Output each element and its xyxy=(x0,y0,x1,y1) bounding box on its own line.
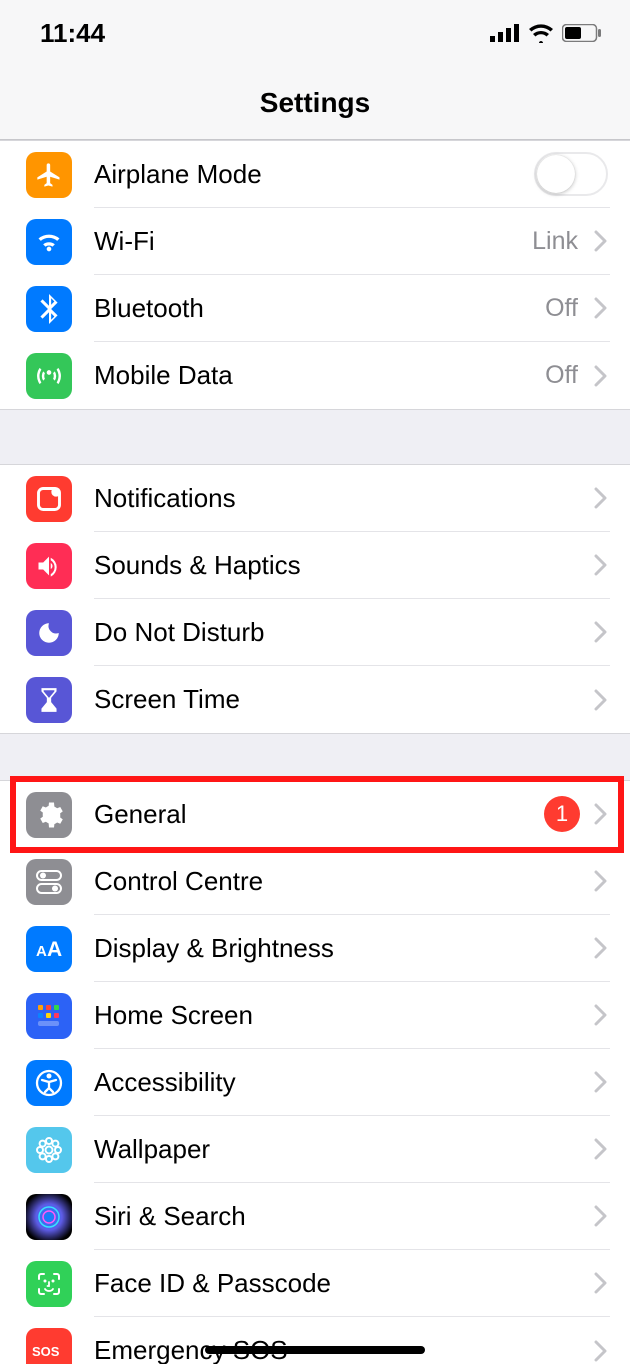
chevron-right-icon xyxy=(594,1004,608,1026)
chevron-right-icon xyxy=(594,689,608,711)
text-size-icon: AA xyxy=(26,926,72,972)
switches-icon xyxy=(26,859,72,905)
face-id-icon xyxy=(26,1261,72,1307)
gear-icon xyxy=(26,792,72,838)
airplane-toggle[interactable] xyxy=(534,152,608,196)
settings-group-system: General 1 Control Centre AA Display & Br… xyxy=(0,780,630,1364)
row-airplane-mode[interactable]: Airplane Mode xyxy=(0,141,630,208)
chevron-right-icon xyxy=(594,230,608,252)
settings-group-alerts: Notifications Sounds & Haptics Do Not Di… xyxy=(0,464,630,734)
row-label: General xyxy=(94,799,544,830)
svg-text:SOS: SOS xyxy=(32,1344,60,1359)
speaker-icon xyxy=(26,543,72,589)
chevron-right-icon xyxy=(594,1340,608,1362)
row-label: Airplane Mode xyxy=(94,159,534,190)
chevron-right-icon xyxy=(594,1272,608,1294)
row-siri-search[interactable]: Siri & Search xyxy=(0,1183,630,1250)
hourglass-icon xyxy=(26,677,72,723)
row-label: Wallpaper xyxy=(94,1134,588,1165)
row-wifi[interactable]: Wi-Fi Link xyxy=(0,208,630,275)
row-label: Mobile Data xyxy=(94,360,545,391)
row-label: Wi-Fi xyxy=(94,226,532,257)
row-bluetooth[interactable]: Bluetooth Off xyxy=(0,275,630,342)
row-label: Sounds & Haptics xyxy=(94,550,588,581)
airplane-icon xyxy=(26,152,72,198)
row-label: Accessibility xyxy=(94,1067,588,1098)
bluetooth-icon xyxy=(26,286,72,332)
row-emergency-sos[interactable]: SOS Emergency SOS xyxy=(0,1317,630,1364)
settings-group-connectivity: Airplane Mode Wi-Fi Link Bluetooth Off M… xyxy=(0,140,630,410)
svg-text:A: A xyxy=(36,943,47,960)
notification-badge: 1 xyxy=(544,796,580,832)
row-label: Screen Time xyxy=(94,684,588,715)
chevron-right-icon xyxy=(594,870,608,892)
siri-icon xyxy=(26,1194,72,1240)
row-label: Face ID & Passcode xyxy=(94,1268,588,1299)
cellular-signal-icon xyxy=(490,24,520,42)
chevron-right-icon xyxy=(594,297,608,319)
chevron-right-icon xyxy=(594,365,608,387)
row-control-centre[interactable]: Control Centre xyxy=(0,848,630,915)
status-time: 11:44 xyxy=(40,18,105,49)
row-wallpaper[interactable]: Wallpaper xyxy=(0,1116,630,1183)
wifi-icon xyxy=(528,23,554,43)
home-indicator[interactable] xyxy=(205,1346,425,1354)
row-sounds-haptics[interactable]: Sounds & Haptics xyxy=(0,532,630,599)
flower-icon xyxy=(26,1127,72,1173)
page-title: Settings xyxy=(0,66,630,140)
row-label: Bluetooth xyxy=(94,293,545,324)
row-value: Link xyxy=(532,227,578,256)
sos-icon: SOS xyxy=(26,1328,72,1364)
notifications-icon xyxy=(26,476,72,522)
row-do-not-disturb[interactable]: Do Not Disturb xyxy=(0,599,630,666)
status-bar: 11:44 xyxy=(0,0,630,66)
row-accessibility[interactable]: Accessibility xyxy=(0,1049,630,1116)
row-value: Off xyxy=(545,294,578,323)
chevron-right-icon xyxy=(594,1205,608,1227)
chevron-right-icon xyxy=(594,1138,608,1160)
chevron-right-icon xyxy=(594,1071,608,1093)
wifi-settings-icon xyxy=(26,219,72,265)
row-display-brightness[interactable]: AA Display & Brightness xyxy=(0,915,630,982)
chevron-right-icon xyxy=(594,937,608,959)
app-grid-icon xyxy=(26,993,72,1039)
status-indicators xyxy=(490,23,602,43)
row-notifications[interactable]: Notifications xyxy=(0,465,630,532)
row-label: Control Centre xyxy=(94,866,588,897)
row-label: Do Not Disturb xyxy=(94,617,588,648)
chevron-right-icon xyxy=(594,487,608,509)
chevron-right-icon xyxy=(594,803,608,825)
row-screen-time[interactable]: Screen Time xyxy=(0,666,630,733)
chevron-right-icon xyxy=(594,621,608,643)
row-mobile-data[interactable]: Mobile Data Off xyxy=(0,342,630,409)
group-spacer xyxy=(0,410,630,464)
accessibility-icon xyxy=(26,1060,72,1106)
row-general[interactable]: General 1 xyxy=(0,781,630,848)
row-label: Home Screen xyxy=(94,1000,588,1031)
row-face-id[interactable]: Face ID & Passcode xyxy=(0,1250,630,1317)
row-label: Siri & Search xyxy=(94,1201,588,1232)
group-spacer xyxy=(0,734,630,780)
antenna-icon xyxy=(26,353,72,399)
row-home-screen[interactable]: Home Screen xyxy=(0,982,630,1049)
row-label: Notifications xyxy=(94,483,588,514)
row-value: Off xyxy=(545,361,578,390)
moon-icon xyxy=(26,610,72,656)
row-label: Display & Brightness xyxy=(94,933,588,964)
battery-icon xyxy=(562,24,602,42)
svg-text:A: A xyxy=(47,938,62,961)
chevron-right-icon xyxy=(594,554,608,576)
